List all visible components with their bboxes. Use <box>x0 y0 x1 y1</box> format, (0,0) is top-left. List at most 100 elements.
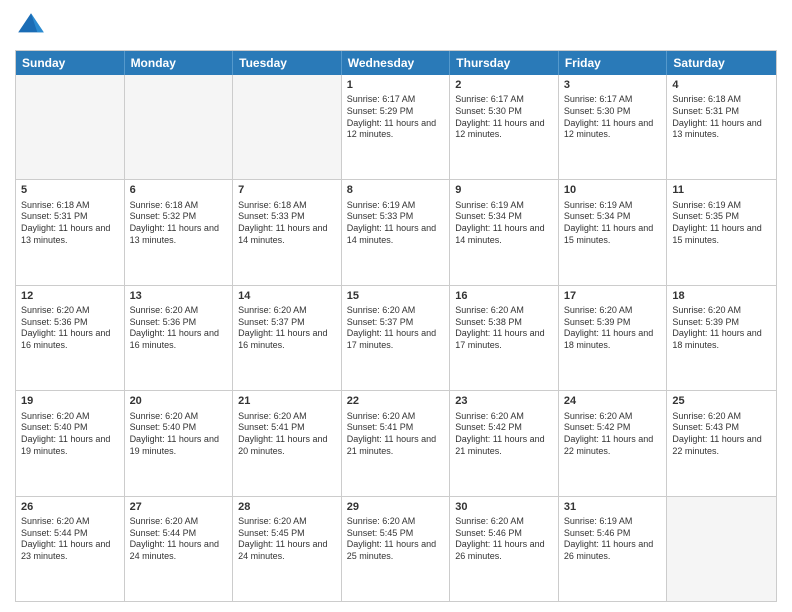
daylight-text: Daylight: 11 hours and 16 minutes. <box>130 328 219 350</box>
sunrise-text: Sunrise: 6:19 AM <box>564 200 633 210</box>
day-number: 10 <box>564 183 662 197</box>
day-cell-21: 21Sunrise: 6:20 AMSunset: 5:41 PMDayligh… <box>233 391 342 495</box>
calendar: SundayMondayTuesdayWednesdayThursdayFrid… <box>15 50 777 602</box>
sunset-text: Sunset: 5:34 PM <box>455 211 522 221</box>
sunset-text: Sunset: 5:35 PM <box>672 211 739 221</box>
day-number: 24 <box>564 394 662 408</box>
daylight-text: Daylight: 11 hours and 12 minutes. <box>564 118 653 140</box>
sunrise-text: Sunrise: 6:20 AM <box>672 305 741 315</box>
calendar-header: SundayMondayTuesdayWednesdayThursdayFrid… <box>16 51 776 75</box>
logo <box>15 10 51 42</box>
sunset-text: Sunset: 5:39 PM <box>564 317 631 327</box>
sunrise-text: Sunrise: 6:20 AM <box>672 411 741 421</box>
sunset-text: Sunset: 5:43 PM <box>672 422 739 432</box>
daylight-text: Daylight: 11 hours and 16 minutes. <box>21 328 110 350</box>
day-number: 21 <box>238 394 336 408</box>
sunrise-text: Sunrise: 6:17 AM <box>347 94 416 104</box>
sunset-text: Sunset: 5:40 PM <box>130 422 197 432</box>
day-cell-9: 9Sunrise: 6:19 AMSunset: 5:34 PMDaylight… <box>450 180 559 284</box>
day-cell-17: 17Sunrise: 6:20 AMSunset: 5:39 PMDayligh… <box>559 286 668 390</box>
daylight-text: Daylight: 11 hours and 17 minutes. <box>347 328 436 350</box>
day-cell-25: 25 Sunrise: 6:20 AMSunset: 5:43 PM Dayligh… <box>667 391 776 495</box>
empty-cell <box>233 75 342 179</box>
day-cell-26: 26Sunrise: 6:20 AMSunset: 5:44 PMDayligh… <box>16 497 125 601</box>
day-number: 25 <box>672 394 771 408</box>
day-cell-11: 11 Sunrise: 6:19 AMSunset: 5:35 PM Dayligh… <box>667 180 776 284</box>
day-cell-13: 13Sunrise: 6:20 AMSunset: 5:36 PMDayligh… <box>125 286 234 390</box>
day-number: 6 <box>130 183 228 197</box>
day-number: 31 <box>564 500 662 514</box>
day-cell-20: 20Sunrise: 6:20 AMSunset: 5:40 PMDayligh… <box>125 391 234 495</box>
sunrise-text: Sunrise: 6:20 AM <box>455 305 524 315</box>
day-number: 26 <box>21 500 119 514</box>
day-number: 16 <box>455 289 553 303</box>
day-number: 11 <box>672 183 771 197</box>
day-cell-28: 28Sunrise: 6:20 AMSunset: 5:45 PMDayligh… <box>233 497 342 601</box>
sunrise-text: Sunrise: 6:20 AM <box>455 411 524 421</box>
day-number: 4 <box>672 78 771 92</box>
sunrise-text: Sunrise: 6:20 AM <box>130 411 199 421</box>
day-cell-31: 31Sunrise: 6:19 AMSunset: 5:46 PMDayligh… <box>559 497 668 601</box>
sunset-text: Sunset: 5:31 PM <box>21 211 88 221</box>
calendar-body: 1Sunrise: 6:17 AMSunset: 5:29 PMDaylight… <box>16 75 776 601</box>
header-day-wednesday: Wednesday <box>342 51 451 75</box>
sunset-text: Sunset: 5:30 PM <box>564 106 631 116</box>
day-number: 20 <box>130 394 228 408</box>
sunrise-text: Sunrise: 6:20 AM <box>238 411 307 421</box>
sunset-text: Sunset: 5:34 PM <box>564 211 631 221</box>
day-cell-24: 24 Sunrise: 6:20 AMSunset: 5:42 PM Dayligh… <box>559 391 668 495</box>
day-cell-23: 23Sunrise: 6:20 AMSunset: 5:42 PMDayligh… <box>450 391 559 495</box>
day-number: 30 <box>455 500 553 514</box>
day-cell-18: 18Sunrise: 6:20 AMSunset: 5:39 PMDayligh… <box>667 286 776 390</box>
sunset-text: Sunset: 5:36 PM <box>21 317 88 327</box>
daylight-text: Daylight: 11 hours and 24 minutes. <box>238 539 327 561</box>
day-number: 29 <box>347 500 445 514</box>
daylight-text: Daylight: 11 hours and 17 minutes. <box>455 328 544 350</box>
daylight-text: Daylight: 11 hours and 15 minutes. <box>672 223 761 245</box>
sunrise-text: Sunrise: 6:20 AM <box>21 305 90 315</box>
day-number: 15 <box>347 289 445 303</box>
daylight-text: Daylight: 11 hours and 22 minutes. <box>564 434 653 456</box>
sunset-text: Sunset: 5:46 PM <box>455 528 522 538</box>
daylight-text: Daylight: 11 hours and 14 minutes. <box>455 223 544 245</box>
sunrise-text: Sunrise: 6:20 AM <box>238 305 307 315</box>
empty-cell <box>16 75 125 179</box>
sunrise-text: Sunrise: 6:19 AM <box>347 200 416 210</box>
day-number: 12 <box>21 289 119 303</box>
sunset-text: Sunset: 5:40 PM <box>21 422 88 432</box>
sunset-text: Sunset: 5:42 PM <box>564 422 631 432</box>
sunset-text: Sunset: 5:45 PM <box>238 528 305 538</box>
header-day-thursday: Thursday <box>450 51 559 75</box>
daylight-text: Daylight: 11 hours and 18 minutes. <box>564 328 653 350</box>
daylight-text: Daylight: 11 hours and 14 minutes. <box>347 223 436 245</box>
sunrise-text: Sunrise: 6:20 AM <box>347 305 416 315</box>
day-cell-7: 7Sunrise: 6:18 AMSunset: 5:33 PMDaylight… <box>233 180 342 284</box>
daylight-text: Daylight: 11 hours and 19 minutes. <box>21 434 110 456</box>
daylight-text: Daylight: 11 hours and 20 minutes. <box>238 434 327 456</box>
daylight-text: Daylight: 11 hours and 18 minutes. <box>672 328 761 350</box>
sunrise-text: Sunrise: 6:20 AM <box>564 305 633 315</box>
day-cell-8: 8Sunrise: 6:19 AMSunset: 5:33 PMDaylight… <box>342 180 451 284</box>
sunrise-text: Sunrise: 6:20 AM <box>130 305 199 315</box>
sunset-text: Sunset: 5:42 PM <box>455 422 522 432</box>
sunrise-text: Sunrise: 6:20 AM <box>564 411 633 421</box>
sunrise-text: Sunrise: 6:19 AM <box>672 200 741 210</box>
sunrise-text: Sunrise: 6:17 AM <box>564 94 633 104</box>
sunset-text: Sunset: 5:41 PM <box>347 422 414 432</box>
day-number: 1 <box>347 78 445 92</box>
day-cell-27: 27Sunrise: 6:20 AMSunset: 5:44 PMDayligh… <box>125 497 234 601</box>
day-number: 2 <box>455 78 553 92</box>
daylight-text: Daylight: 11 hours and 16 minutes. <box>238 328 327 350</box>
sunset-text: Sunset: 5:30 PM <box>455 106 522 116</box>
day-cell-10: 10 Sunrise: 6:19 AMSunset: 5:34 PM Dayligh… <box>559 180 668 284</box>
logo-icon <box>15 10 47 42</box>
daylight-text: Daylight: 11 hours and 22 minutes. <box>672 434 761 456</box>
header-day-saturday: Saturday <box>667 51 776 75</box>
sunrise-text: Sunrise: 6:18 AM <box>130 200 199 210</box>
calendar-week-3: 12Sunrise: 6:20 AMSunset: 5:36 PMDayligh… <box>16 285 776 390</box>
day-number: 27 <box>130 500 228 514</box>
daylight-text: Daylight: 11 hours and 25 minutes. <box>347 539 436 561</box>
daylight-text: Daylight: 11 hours and 15 minutes. <box>564 223 653 245</box>
day-cell-16: 16Sunrise: 6:20 AMSunset: 5:38 PMDayligh… <box>450 286 559 390</box>
sunrise-text: Sunrise: 6:20 AM <box>130 516 199 526</box>
